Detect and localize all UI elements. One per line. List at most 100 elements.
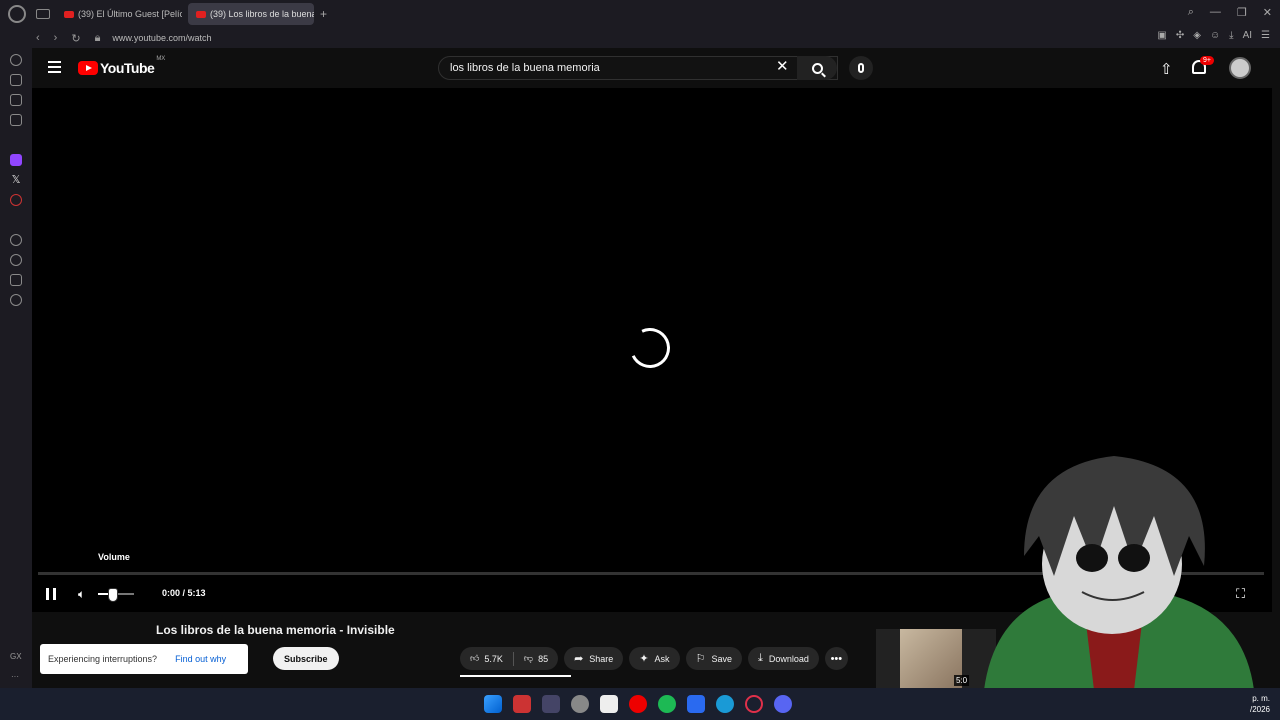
country-code: MX <box>156 56 166 62</box>
save-label: Save <box>711 653 732 664</box>
edge-icon[interactable] <box>716 695 734 713</box>
volume-icon[interactable]: 🔈︎ <box>78 587 85 602</box>
settings-icon[interactable] <box>10 294 22 306</box>
youtube-logo[interactable]: YouTube MX <box>78 56 165 76</box>
mail-icon[interactable] <box>10 114 22 126</box>
search-tabs-icon[interactable]: ⌕ <box>1188 6 1194 19</box>
like-dislike-group: 👍︎ 5.7K 👎︎ 85 <box>460 647 559 670</box>
youtube-music-icon[interactable] <box>629 695 647 713</box>
dislike-count: 85 <box>538 653 549 664</box>
like-count: 5.7K <box>484 653 503 664</box>
download-icon: ⤓ <box>757 652 763 664</box>
file-explorer-icon[interactable] <box>600 695 618 713</box>
subscribe-button[interactable]: Subscribe <box>273 647 339 670</box>
video-title: Los libros de la buena memoria - Invisib… <box>156 623 395 637</box>
windows-start-icon[interactable] <box>484 695 502 713</box>
address-bar: ‹ › ↻ 🔒︎ www.youtube.com/watch ▣ ✣ ◈ ☺ ⤓… <box>0 28 1280 48</box>
download-button[interactable]: ⤓ Download <box>747 647 819 670</box>
twitch-icon[interactable] <box>10 154 22 166</box>
taskbar-icons <box>484 695 792 713</box>
url-field[interactable]: www.youtube.com/watch <box>112 33 211 43</box>
ai-button[interactable]: AI <box>1243 30 1252 41</box>
download-label: Download <box>768 653 809 664</box>
new-tab-button[interactable]: + <box>320 7 327 21</box>
pause-button[interactable] <box>46 588 56 600</box>
player-icon[interactable] <box>10 234 22 246</box>
close-window-button[interactable]: ✕ <box>1263 6 1272 19</box>
system-clock[interactable]: p. m. /2026 <box>1250 693 1270 715</box>
find-out-why-link[interactable]: Find out why <box>175 654 226 664</box>
browser-tab-bar: (39) El Último Guest [Pelíc (39) Los lib… <box>0 0 1280 28</box>
volume-tooltip: Volume <box>98 552 130 562</box>
puzzle-icon[interactable] <box>10 274 22 286</box>
snapshot-icon[interactable]: ▣ <box>1157 30 1166 41</box>
clear-search-icon[interactable]: ✕ <box>776 59 789 75</box>
browser-logo-icon[interactable] <box>8 5 26 23</box>
valorant-icon[interactable] <box>513 695 531 713</box>
clock-icon[interactable] <box>10 254 22 266</box>
x-icon[interactable]: 𝕏 <box>10 174 22 186</box>
spotify-icon[interactable] <box>658 695 676 713</box>
maximize-button[interactable]: ❐ <box>1237 6 1247 19</box>
minimize-button[interactable]: — <box>1210 6 1221 19</box>
layers-icon[interactable] <box>10 94 22 106</box>
tab-los-libros[interactable]: (39) Los libros de la buena <box>188 3 314 25</box>
action-bar: 👍︎ 5.7K 👎︎ 85 ➦ Share ✦ Ask ⚐ Save ⤓ Dow… <box>460 647 848 670</box>
reload-icon[interactable]: ↻ <box>71 32 80 45</box>
loading-spinner-icon <box>624 322 676 374</box>
wallet-icon[interactable]: ◈ <box>1193 30 1201 41</box>
opera-gx-icon[interactable] <box>745 695 763 713</box>
history-icon[interactable] <box>10 54 22 66</box>
share-button[interactable]: ➦ Share <box>564 647 624 670</box>
calendar-icon[interactable] <box>687 695 705 713</box>
shop-icon[interactable] <box>10 74 22 86</box>
vtuber-avatar-overlay <box>984 456 1254 690</box>
youtube-header: YouTube MX los libros de la buena memori… <box>32 48 1272 88</box>
volume-fill <box>98 593 108 595</box>
window-controls: ⌕ — ❐ ✕ <box>1188 6 1272 19</box>
menu-icon[interactable]: ☰ <box>1261 30 1270 41</box>
extensions-icon[interactable]: ✣ <box>1176 30 1184 41</box>
extensions-bar: ▣ ✣ ◈ ☺ ⤓ AI ☰ <box>1157 30 1270 41</box>
logo-text: YouTube <box>100 60 155 76</box>
browser-sidebar: 𝕏 <box>0 48 32 688</box>
mouse-cursor-icon <box>108 588 118 602</box>
user-avatar[interactable] <box>1229 57 1251 79</box>
like-button[interactable]: 👍︎ 5.7K <box>460 653 513 664</box>
forward-icon[interactable]: › <box>54 32 58 45</box>
youtube-favicon-icon <box>64 10 74 18</box>
like-underline <box>460 675 571 677</box>
tab-el-ultimo-guest[interactable]: (39) El Último Guest [Pelíc <box>56 3 182 25</box>
ask-button[interactable]: ✦ Ask <box>629 647 680 670</box>
share-label: Share <box>589 653 614 664</box>
search-button[interactable] <box>797 56 837 80</box>
back-icon[interactable]: ‹ <box>36 32 40 45</box>
more-actions-button[interactable]: ••• <box>824 647 848 670</box>
time-display: 0:00 / 5:13 <box>162 588 206 598</box>
workspace-icon[interactable] <box>36 9 50 19</box>
os-taskbar: p. m. /2026 <box>0 688 1280 720</box>
tab-label: (39) Los libros de la buena <box>210 9 314 19</box>
upload-icon[interactable]: ⇧ <box>1160 60 1173 78</box>
ask-label: Ask <box>654 653 670 664</box>
download-icon[interactable]: ⤓ <box>1229 30 1233 41</box>
save-button[interactable]: ⚐ Save <box>685 647 742 670</box>
voice-search-button[interactable] <box>849 56 873 80</box>
steam-icon[interactable] <box>542 695 560 713</box>
dislike-button[interactable]: 👎︎ 85 <box>514 653 558 664</box>
toast-message: Experiencing interruptions? <box>48 654 158 664</box>
clock-date: /2026 <box>1249 705 1270 714</box>
thumbnail-image <box>900 629 962 688</box>
youtube-play-icon <box>78 61 98 75</box>
chrome-icon[interactable] <box>571 695 589 713</box>
right-eye <box>1118 544 1150 572</box>
profile-icon[interactable]: ☺ <box>1210 30 1220 41</box>
hamburger-menu-icon[interactable] <box>48 61 61 73</box>
nav-buttons: ‹ › ↻ 🔒︎ <box>36 32 100 45</box>
microphone-icon <box>858 63 864 73</box>
youtube-favicon-icon <box>196 10 206 18</box>
thumbs-up-icon: 👍︎ <box>470 653 480 663</box>
lock-icon: 🔒︎ <box>94 31 101 44</box>
app-icon[interactable] <box>10 194 22 206</box>
discord-icon[interactable] <box>774 695 792 713</box>
